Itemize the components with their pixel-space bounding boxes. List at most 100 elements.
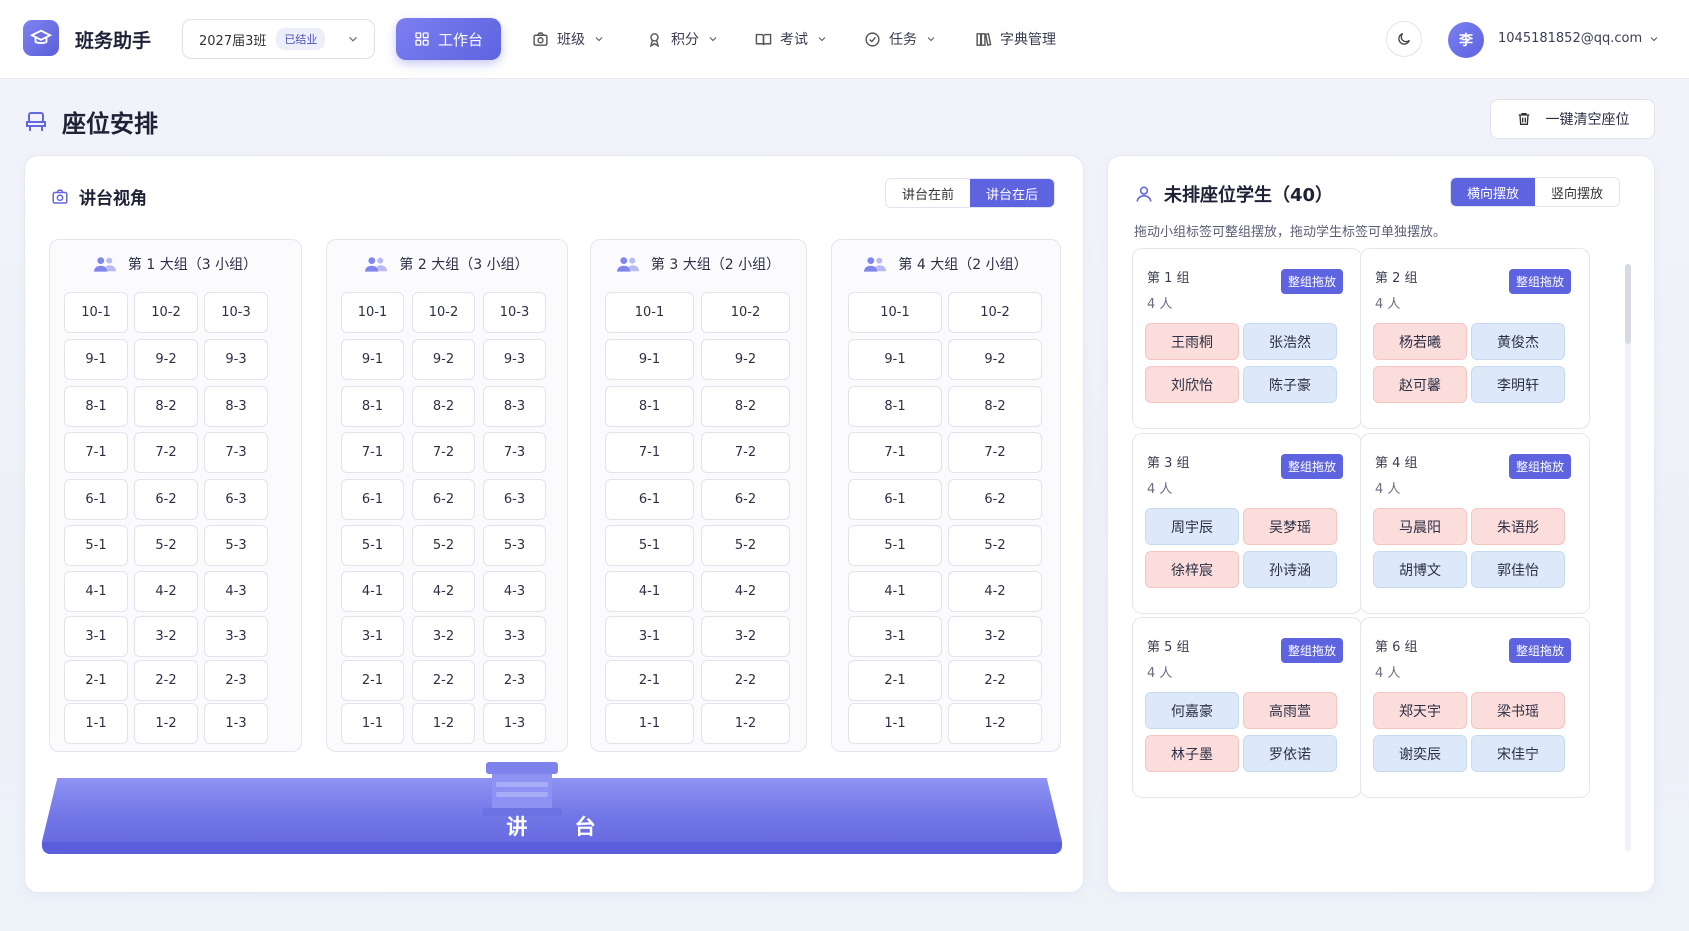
student-chip[interactable]: 孙诗涵 xyxy=(1243,551,1337,588)
student-chip[interactable]: 郭佳怡 xyxy=(1471,551,1565,588)
seat-cell[interactable]: 7-2 xyxy=(701,432,790,473)
seat-cell[interactable]: 10-2 xyxy=(948,292,1042,333)
seat-cell[interactable]: 8-1 xyxy=(605,386,694,427)
seat-cell[interactable]: 2-1 xyxy=(605,660,694,701)
seat-cell[interactable]: 4-1 xyxy=(64,571,128,612)
seat-cell[interactable]: 3-1 xyxy=(848,616,942,657)
seat-cell[interactable]: 9-2 xyxy=(134,339,198,380)
seat-cell[interactable]: 3-3 xyxy=(204,616,268,657)
seat-cell[interactable]: 1-1 xyxy=(605,703,694,744)
seat-cell[interactable]: 8-2 xyxy=(948,386,1042,427)
seat-cell[interactable]: 7-1 xyxy=(64,432,128,473)
seat-cell[interactable]: 5-1 xyxy=(848,525,942,566)
seat-cell[interactable]: 10-2 xyxy=(412,292,475,333)
seat-cell[interactable]: 8-3 xyxy=(483,386,546,427)
seat-cell[interactable]: 2-2 xyxy=(701,660,790,701)
seat-cell[interactable]: 10-1 xyxy=(341,292,404,333)
seat-cell[interactable]: 7-3 xyxy=(204,432,268,473)
student-chip[interactable]: 赵可馨 xyxy=(1373,366,1467,403)
seat-cell[interactable]: 4-2 xyxy=(412,571,475,612)
seat-cell[interactable]: 2-1 xyxy=(341,660,404,701)
podium-back-option[interactable]: 讲台在后 xyxy=(970,179,1055,207)
podium-front-option[interactable]: 讲台在前 xyxy=(886,179,971,207)
seat-cell[interactable]: 5-3 xyxy=(204,525,268,566)
student-chip[interactable]: 李明轩 xyxy=(1471,366,1565,403)
group-drag-button[interactable]: 整组拖放 xyxy=(1508,638,1571,663)
seat-cell[interactable]: 1-2 xyxy=(134,703,198,744)
seat-cell[interactable]: 2-3 xyxy=(483,660,546,701)
seat-cell[interactable]: 1-2 xyxy=(701,703,790,744)
student-chip[interactable]: 吴梦瑶 xyxy=(1243,508,1337,545)
student-group-card[interactable]: 第 2 组 4 人 整组拖放 杨若曦 黄俊杰 赵可馨 李明轩 xyxy=(1360,248,1590,429)
seat-cell[interactable]: 10-2 xyxy=(701,292,790,333)
seat-cell[interactable]: 1-1 xyxy=(848,703,942,744)
seat-cell[interactable]: 4-3 xyxy=(483,571,546,612)
seat-cell[interactable]: 5-1 xyxy=(605,525,694,566)
student-chip[interactable]: 徐梓宸 xyxy=(1145,551,1239,588)
seat-cell[interactable]: 8-1 xyxy=(64,386,128,427)
nav-dictionary[interactable]: 字典管理 xyxy=(975,19,1056,59)
student-chip[interactable]: 谢奕辰 xyxy=(1373,735,1467,772)
nav-exam[interactable]: 考试 xyxy=(755,19,828,59)
seat-cell[interactable]: 6-2 xyxy=(412,479,475,520)
user-avatar[interactable]: 李 xyxy=(1448,22,1484,58)
seat-cell[interactable]: 9-1 xyxy=(848,339,942,380)
seat-cell[interactable]: 5-2 xyxy=(701,525,790,566)
student-chip[interactable]: 林子墨 xyxy=(1145,735,1239,772)
seat-cell[interactable]: 9-2 xyxy=(948,339,1042,380)
seat-cell[interactable]: 5-1 xyxy=(64,525,128,566)
seat-cell[interactable]: 7-3 xyxy=(483,432,546,473)
nav-points[interactable]: 积分 xyxy=(646,19,719,59)
seat-cell[interactable]: 6-2 xyxy=(134,479,198,520)
scrollbar-thumb[interactable] xyxy=(1625,264,1631,344)
seat-cell[interactable]: 2-1 xyxy=(848,660,942,701)
seat-cell[interactable]: 1-2 xyxy=(948,703,1042,744)
seat-cell[interactable]: 3-2 xyxy=(701,616,790,657)
seat-cell[interactable]: 7-1 xyxy=(605,432,694,473)
student-chip[interactable]: 高雨萱 xyxy=(1243,692,1337,729)
seat-cell[interactable]: 3-3 xyxy=(483,616,546,657)
theme-toggle-button[interactable] xyxy=(1386,21,1422,57)
student-group-card[interactable]: 第 1 组 4 人 整组拖放 王雨桐 张浩然 刘欣怡 陈子豪 xyxy=(1132,248,1362,429)
student-chip[interactable]: 刘欣怡 xyxy=(1145,366,1239,403)
group-drag-button[interactable]: 整组拖放 xyxy=(1508,269,1571,294)
seat-cell[interactable]: 1-1 xyxy=(341,703,404,744)
student-chip[interactable]: 宋佳宁 xyxy=(1471,735,1565,772)
seat-cell[interactable]: 2-2 xyxy=(134,660,198,701)
seat-cell[interactable]: 10-1 xyxy=(64,292,128,333)
seat-cell[interactable]: 1-2 xyxy=(412,703,475,744)
seat-cell[interactable]: 2-2 xyxy=(412,660,475,701)
group-drag-button[interactable]: 整组拖放 xyxy=(1280,454,1343,479)
student-group-card[interactable]: 第 4 组 4 人 整组拖放 马晨阳 朱语彤 胡博文 郭佳怡 xyxy=(1360,433,1590,614)
seat-cell[interactable]: 5-3 xyxy=(483,525,546,566)
seat-cell[interactable]: 4-2 xyxy=(134,571,198,612)
seat-cell[interactable]: 1-3 xyxy=(204,703,268,744)
seat-cell[interactable]: 10-3 xyxy=(483,292,546,333)
student-chip[interactable]: 陈子豪 xyxy=(1243,366,1337,403)
user-menu[interactable]: 1045181852@qq.com xyxy=(1498,31,1660,46)
seat-cell[interactable]: 8-2 xyxy=(412,386,475,427)
student-chip[interactable]: 胡博文 xyxy=(1373,551,1467,588)
student-chip[interactable]: 张浩然 xyxy=(1243,323,1337,360)
seat-cell[interactable]: 6-2 xyxy=(948,479,1042,520)
student-chip[interactable]: 梁书瑶 xyxy=(1471,692,1565,729)
group-drag-button[interactable]: 整组拖放 xyxy=(1280,638,1343,663)
nav-workbench-button[interactable]: 工作台 xyxy=(396,18,501,60)
seat-cell[interactable]: 9-2 xyxy=(701,339,790,380)
seat-cell[interactable]: 2-2 xyxy=(948,660,1042,701)
seat-cell[interactable]: 7-2 xyxy=(948,432,1042,473)
seat-cell[interactable]: 9-1 xyxy=(605,339,694,380)
seat-cell[interactable]: 5-1 xyxy=(341,525,404,566)
group-drag-button[interactable]: 整组拖放 xyxy=(1280,269,1343,294)
seat-cell[interactable]: 1-1 xyxy=(64,703,128,744)
seat-cell[interactable]: 8-3 xyxy=(204,386,268,427)
seat-cell[interactable]: 8-1 xyxy=(848,386,942,427)
seat-cell[interactable]: 2-1 xyxy=(64,660,128,701)
seat-cell[interactable]: 4-1 xyxy=(341,571,404,612)
seat-cell[interactable]: 3-1 xyxy=(605,616,694,657)
seat-cell[interactable]: 7-1 xyxy=(341,432,404,473)
student-group-card[interactable]: 第 6 组 4 人 整组拖放 郑天宇 梁书瑶 谢奕辰 宋佳宁 xyxy=(1360,617,1590,798)
seat-cell[interactable]: 6-2 xyxy=(701,479,790,520)
seat-cell[interactable]: 7-2 xyxy=(134,432,198,473)
seat-cell[interactable]: 10-1 xyxy=(605,292,694,333)
